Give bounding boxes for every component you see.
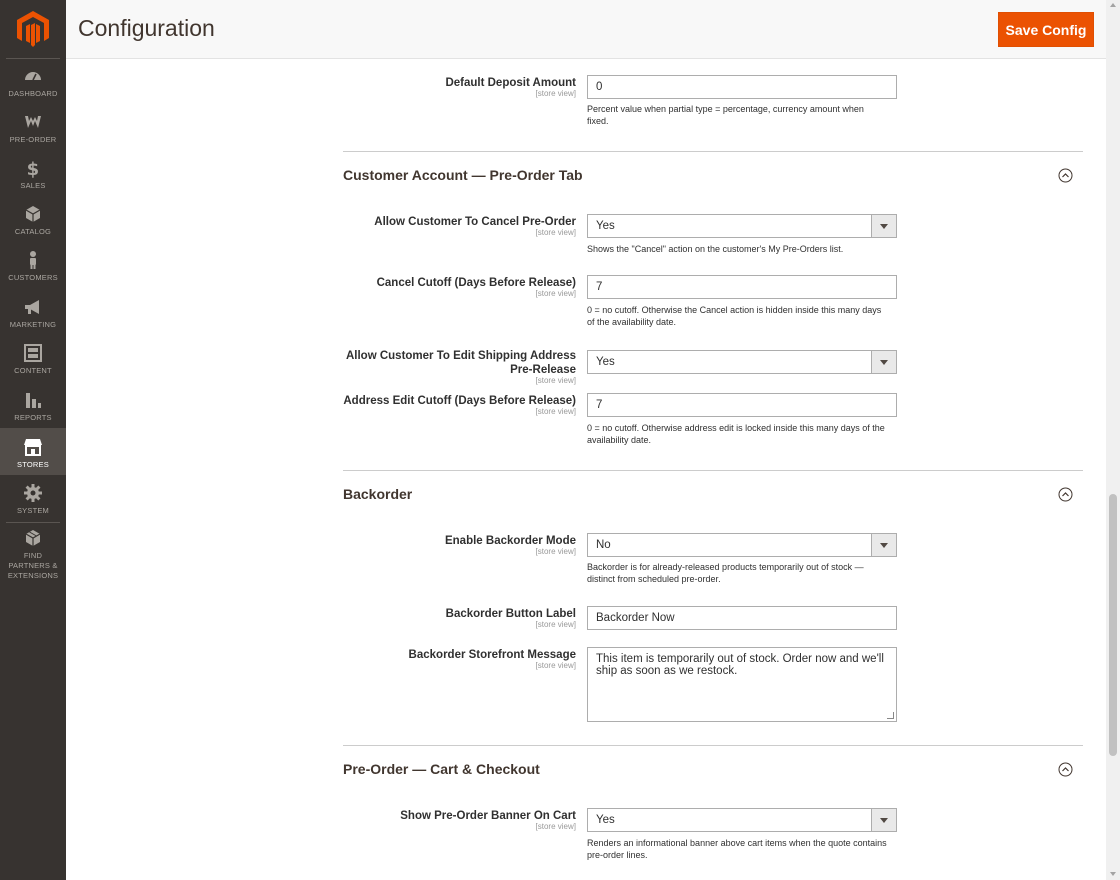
section-title-cart-checkout[interactable]: Pre-Order — Cart & Checkout (343, 761, 540, 777)
bar-chart-icon (26, 393, 41, 408)
chevron-down-icon[interactable] (871, 534, 896, 556)
section-title-customer-account[interactable]: Customer Account — Pre-Order Tab (343, 167, 583, 183)
svg-text:$: $ (27, 159, 40, 178)
allow-edit-address-label: Allow Customer To Edit Shipping Address … (345, 350, 576, 376)
allow-edit-address-value: Yes (596, 356, 615, 368)
page-header: Configuration Save Config (66, 0, 1120, 59)
enable-backorder-value: No (596, 539, 611, 551)
scope-label: [store view] (535, 822, 576, 831)
nav-sales[interactable]: $ SALES (0, 158, 66, 200)
chevron-down-icon[interactable] (871, 351, 896, 373)
nav-customers[interactable]: CUSTOMERS (0, 250, 66, 292)
admin-sidebar: DASHBOARD PRE-ORDER $ SALES CATALOG CUST… (0, 0, 66, 880)
resize-handle-icon[interactable] (887, 712, 894, 719)
nav-label: SALES (20, 181, 46, 190)
magento-logo-icon[interactable] (17, 11, 49, 47)
nav-label: SYSTEM (16, 506, 50, 515)
scope-label: [store view] (535, 376, 576, 385)
scope-label: [store view] (535, 289, 576, 298)
dashboard-icon (25, 72, 41, 81)
nav-label: MARKETING (9, 320, 57, 329)
chevron-down-icon[interactable] (871, 215, 896, 237)
backorder-message-value: This item is temporarily out of stock. O… (596, 653, 884, 677)
save-config-button[interactable]: Save Config (998, 12, 1094, 47)
enable-backorder-label: Enable Backorder Mode (444, 535, 576, 547)
section-divider (343, 470, 1083, 471)
enable-backorder-note: Backorder is for already-released produc… (587, 562, 864, 584)
section-title-backorder[interactable]: Backorder (343, 486, 412, 502)
person-icon (30, 251, 36, 269)
scope-label: [store view] (535, 620, 576, 629)
nav-divider (6, 58, 60, 59)
cube-icon (25, 530, 41, 546)
allow-edit-address-select[interactable]: Yes (587, 350, 897, 374)
scope-label: [store view] (535, 228, 576, 237)
box-icon (25, 206, 41, 222)
preorder-icon (25, 116, 41, 128)
cancel-cutoff-input[interactable]: 7 (587, 275, 897, 299)
show-banner-value: Yes (596, 814, 615, 826)
nav-divider (6, 522, 60, 523)
page-scrollbar[interactable] (1106, 0, 1120, 880)
collapse-icon[interactable] (1058, 168, 1073, 183)
show-banner-label: Show Pre-Order Banner On Cart (400, 810, 576, 822)
address-cutoff-input[interactable]: 7 (587, 393, 897, 417)
nav-label: PRE-ORDER (9, 135, 57, 144)
nav-content[interactable]: CONTENT (0, 343, 66, 385)
nav-dashboard[interactable]: DASHBOARD (0, 66, 66, 108)
collapse-icon[interactable] (1058, 487, 1073, 502)
scope-label: [store view] (535, 661, 576, 670)
gear-icon (24, 484, 42, 502)
default-deposit-note: Percent value when partial type = percen… (587, 104, 864, 126)
section-divider (343, 745, 1083, 746)
show-banner-note: Renders an informational banner above ca… (587, 838, 887, 860)
nav-label: STORES (17, 460, 49, 469)
collapse-icon[interactable] (1058, 762, 1073, 777)
nav-label: DASHBOARD (8, 89, 58, 98)
scope-label: [store view] (535, 407, 576, 416)
layout-icon (24, 344, 42, 362)
allow-cancel-label: Allow Customer To Cancel Pre-Order (374, 216, 576, 228)
scroll-down-icon[interactable] (1110, 872, 1116, 876)
backorder-message-textarea[interactable]: This item is temporarily out of stock. O… (587, 647, 897, 722)
nav-marketing[interactable]: MARKETING (0, 297, 66, 339)
nav-label: FIND PARTNERS & EXTENSIONS (7, 551, 59, 580)
scope-label: [store view] (535, 89, 576, 98)
backorder-message-label: Backorder Storefront Message (408, 649, 576, 661)
default-deposit-input[interactable]: 0 (587, 75, 897, 99)
cancel-cutoff-note: 0 = no cutoff. Otherwise the Cancel acti… (587, 305, 882, 327)
allow-cancel-note: Shows the "Cancel" action on the custome… (587, 244, 844, 254)
section-divider (343, 151, 1083, 152)
cancel-cutoff-label: Cancel Cutoff (Days Before Release) (376, 277, 576, 289)
allow-cancel-select[interactable]: Yes (587, 214, 897, 238)
allow-cancel-value: Yes (596, 220, 615, 232)
nav-label: CATALOG (14, 227, 52, 236)
nav-system[interactable]: SYSTEM (0, 483, 66, 525)
nav-stores[interactable]: STORES (0, 428, 66, 475)
nav-catalog[interactable]: CATALOG (0, 204, 66, 246)
nav-label: REPORTS (14, 413, 52, 422)
scope-label: [store view] (535, 547, 576, 556)
storefront-icon (24, 439, 42, 456)
scrollbar-thumb[interactable] (1109, 494, 1117, 756)
nav-label: CUSTOMERS (8, 273, 58, 282)
backorder-button-label: Backorder Button Label (445, 608, 576, 620)
address-cutoff-note: 0 = no cutoff. Otherwise address edit is… (587, 423, 885, 445)
chevron-down-icon[interactable] (871, 809, 896, 831)
scroll-up-icon[interactable] (1110, 3, 1116, 7)
nav-find-partners[interactable]: FIND PARTNERS & EXTENSIONS (0, 528, 66, 580)
page-title: Configuration (78, 15, 215, 41)
nav-preorder[interactable]: PRE-ORDER (0, 112, 66, 154)
nav-label: CONTENT (14, 366, 52, 375)
address-cutoff-label: Address Edit Cutoff (Days Before Release… (343, 395, 576, 407)
show-banner-select[interactable]: Yes (587, 808, 897, 832)
dollar-icon: $ (27, 159, 40, 178)
nav-reports[interactable]: REPORTS (0, 390, 66, 432)
enable-backorder-select[interactable]: No (587, 533, 897, 557)
default-deposit-label: Default Deposit Amount (445, 77, 576, 89)
megaphone-icon (25, 300, 39, 314)
backorder-button-input[interactable]: Backorder Now (587, 606, 897, 630)
